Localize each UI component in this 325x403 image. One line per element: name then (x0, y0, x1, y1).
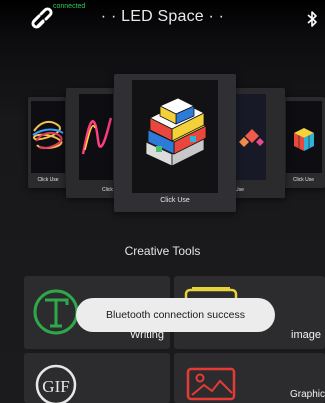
diamonds-image (232, 94, 266, 180)
writing-icon (33, 289, 79, 335)
gif-icon-text: GIF (42, 377, 69, 396)
tool-label: Graphic (289, 389, 325, 400)
graphic-tool-tile[interactable]: Graphic (174, 353, 325, 403)
cube-image (286, 101, 322, 173)
tool-label: image (291, 329, 321, 341)
gif-tool-tile[interactable]: GIF (24, 353, 170, 403)
card-label: Use (235, 187, 244, 193)
effect-card[interactable]: Click Use (282, 97, 325, 188)
colored-blocks-image (132, 80, 218, 193)
toast-message: Bluetooth connection success (76, 298, 275, 332)
bluetooth-icon[interactable] (306, 10, 318, 28)
gif-icon: GIF (35, 364, 77, 403)
card-label: Click Use (292, 177, 315, 183)
card-label: Click Use (37, 177, 59, 183)
neon-wave-image (79, 94, 113, 180)
effect-card[interactable]: Use (229, 88, 285, 198)
effect-card[interactable]: Click (66, 88, 116, 198)
effect-card[interactable]: Click Use (28, 97, 68, 188)
app-title: · · LED Space · · (100, 8, 225, 25)
graphic-icon (186, 367, 236, 401)
card-label: Click Use (160, 197, 190, 204)
section-title: Creative Tools (124, 244, 201, 258)
neon-scribble-image (31, 101, 65, 173)
effect-card-selected[interactable]: Click Use (114, 74, 236, 212)
